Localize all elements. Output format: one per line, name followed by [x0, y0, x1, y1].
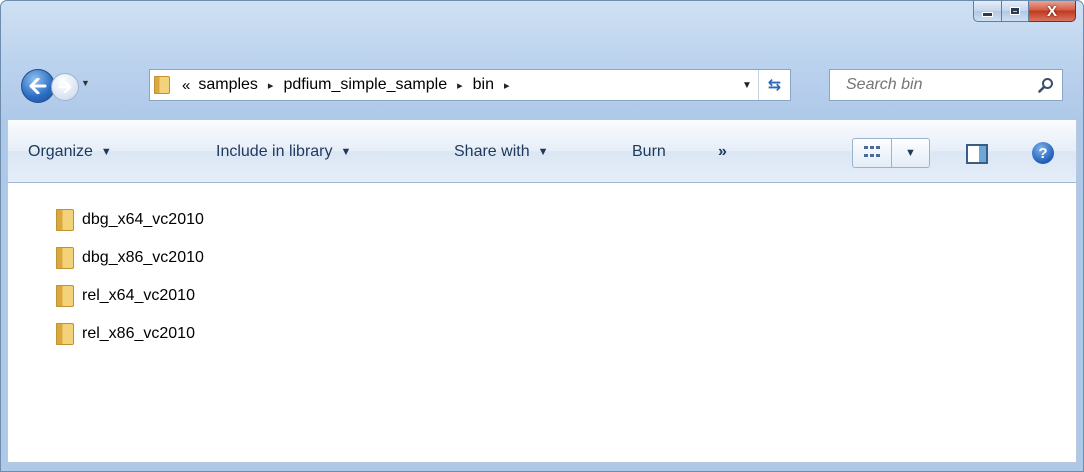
back-button[interactable]	[21, 69, 55, 103]
list-item[interactable]: dbg_x86_vc2010	[56, 239, 204, 277]
address-bar[interactable]: « samples ▸ pdfium_simple_sample ▸ bin ▸…	[149, 69, 791, 101]
chevron-down-icon: ▼	[742, 79, 752, 91]
back-arrow-icon	[29, 78, 47, 94]
file-name: dbg_x86_vc2010	[82, 249, 204, 266]
navigation-bar: ▼ « samples ▸ pdfium_simple_sample ▸ bin…	[21, 65, 1071, 105]
search-box[interactable]	[829, 69, 1063, 101]
breadcrumb-separator-icon[interactable]: ▸	[457, 79, 463, 92]
address-dropdown-button[interactable]: ▼	[737, 70, 757, 100]
share-with-label: Share with	[454, 143, 530, 160]
view-options-dropdown[interactable]: ▼	[890, 139, 929, 167]
share-with-button[interactable]: Share with ▼	[454, 120, 548, 184]
folder-icon	[56, 323, 74, 345]
include-in-library-button[interactable]: Include in library ▼	[216, 120, 351, 184]
search-input[interactable]	[844, 75, 1034, 95]
maximize-icon	[1010, 7, 1020, 15]
recent-pages-dropdown[interactable]: ▼	[81, 78, 90, 88]
list-item[interactable]: rel_x86_vc2010	[56, 315, 204, 353]
file-list-pane: dbg_x64_vc2010 dbg_x86_vc2010 rel_x64_vc…	[7, 183, 1077, 463]
minimize-button[interactable]	[973, 1, 1002, 22]
refresh-icon: ⇆	[767, 77, 782, 94]
window-controls: X	[973, 1, 1076, 22]
chevron-down-icon: ▼	[537, 146, 549, 158]
command-bar: Organize ▼ Include in library ▼ Share wi…	[7, 119, 1077, 183]
breadcrumb-separator-icon[interactable]: ▸	[504, 79, 510, 92]
refresh-button[interactable]: ⇆	[758, 70, 790, 100]
preview-pane-icon[interactable]	[966, 144, 988, 164]
burn-label: Burn	[632, 143, 666, 160]
folder-icon	[56, 209, 74, 231]
close-button[interactable]: X	[1029, 1, 1076, 22]
change-view-button[interactable]: ▼	[852, 138, 930, 168]
list-item[interactable]: rel_x64_vc2010	[56, 277, 204, 315]
organize-label: Organize	[28, 143, 93, 160]
file-name: rel_x64_vc2010	[82, 287, 195, 304]
more-commands-button[interactable]: »	[718, 120, 727, 184]
close-icon: X	[1046, 2, 1057, 20]
folder-icon	[154, 76, 170, 94]
file-list: dbg_x64_vc2010 dbg_x86_vc2010 rel_x64_vc…	[56, 201, 204, 353]
minimize-icon	[982, 11, 993, 17]
explorer-window: X ▼ « samples ▸ pdfium_simple_sample ▸ b…	[0, 0, 1084, 472]
view-toggle[interactable]	[853, 139, 891, 167]
breadcrumb-overflow[interactable]: «	[182, 77, 190, 94]
more-commands-icon: »	[718, 143, 727, 160]
folder-icon	[56, 247, 74, 269]
organize-button[interactable]: Organize ▼	[28, 120, 112, 184]
breadcrumb: « samples ▸ pdfium_simple_sample ▸ bin ▸	[182, 76, 520, 94]
file-name: dbg_x64_vc2010	[82, 211, 204, 228]
maximize-button[interactable]	[1002, 1, 1029, 22]
forward-button[interactable]	[51, 73, 79, 101]
folder-icon	[56, 285, 74, 307]
help-icon[interactable]: ?	[1032, 142, 1054, 164]
burn-button[interactable]: Burn	[632, 120, 666, 184]
chevron-down-icon: ▼	[100, 146, 112, 158]
view-grid-icon	[863, 146, 880, 160]
chevron-down-icon: ▼	[340, 146, 352, 158]
forward-arrow-icon	[58, 81, 72, 93]
list-item[interactable]: dbg_x64_vc2010	[56, 201, 204, 239]
include-in-library-label: Include in library	[216, 143, 333, 160]
breadcrumb-pdfium-simple-sample[interactable]: pdfium_simple_sample	[283, 76, 447, 94]
breadcrumb-separator-icon[interactable]: ▸	[268, 79, 274, 92]
breadcrumb-bin[interactable]: bin	[473, 76, 494, 94]
file-name: rel_x86_vc2010	[82, 325, 195, 342]
chevron-down-icon: ▼	[905, 147, 916, 159]
breadcrumb-samples[interactable]: samples	[198, 76, 258, 94]
search-icon	[1038, 78, 1053, 93]
